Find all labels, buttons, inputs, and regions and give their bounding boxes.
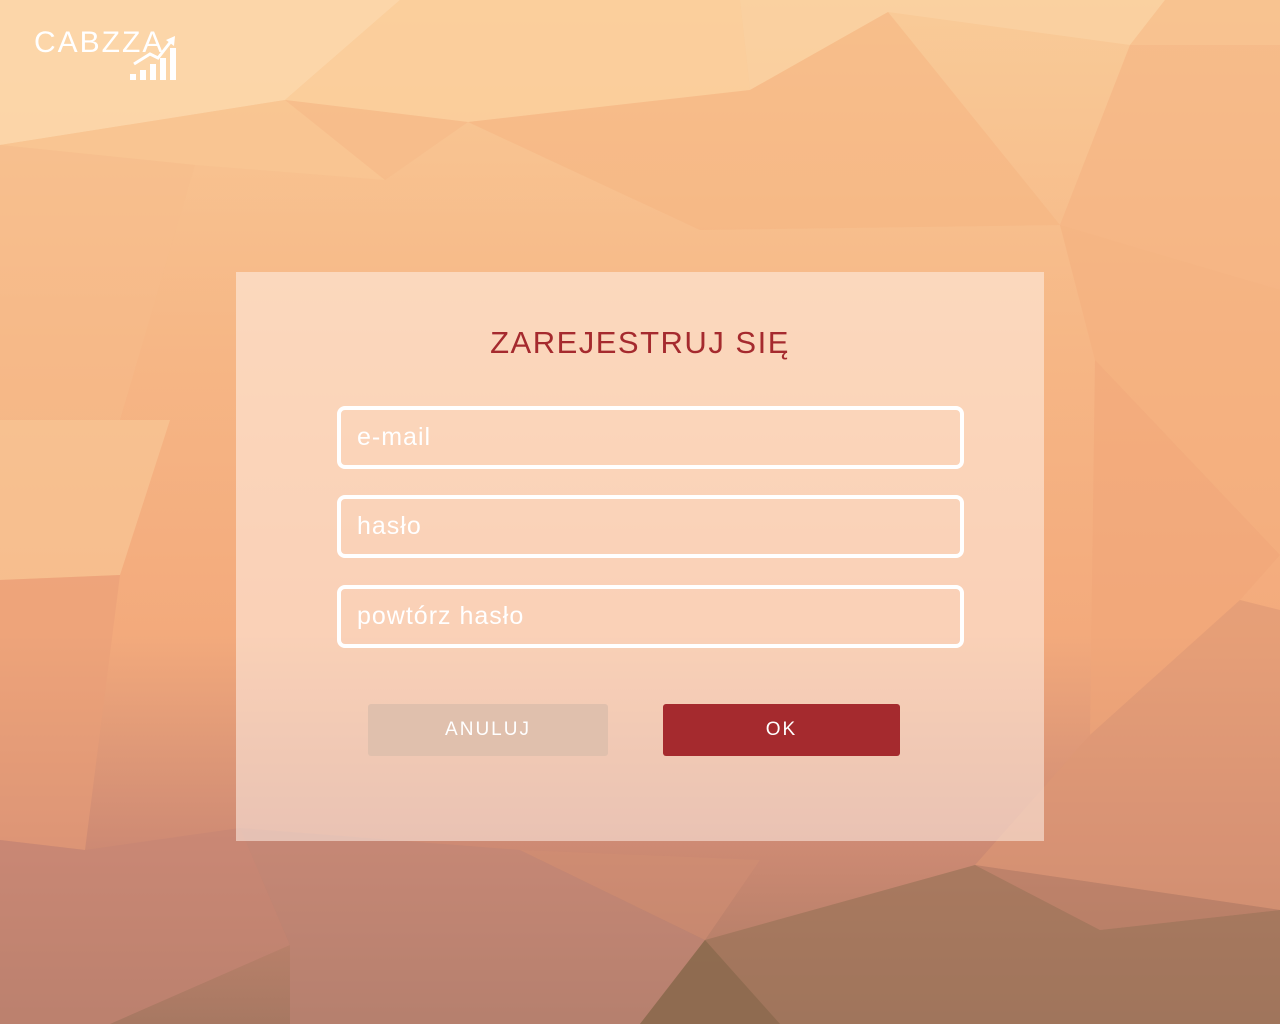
ok-button[interactable]: OK <box>663 704 900 756</box>
register-panel: ZAREJESTRUJ SIĘ ANULUJ OK <box>236 272 1044 841</box>
cancel-button[interactable]: ANULUJ <box>368 704 608 756</box>
register-page: CABZZA ZAREJESTRUJ SIĘ ANULUJ OK <box>0 0 1280 1024</box>
repeat-password-input[interactable] <box>337 585 964 648</box>
email-input[interactable] <box>337 406 964 469</box>
chart-growth-icon <box>130 36 176 80</box>
form-title: ZAREJESTRUJ SIĘ <box>490 325 790 360</box>
password-input[interactable] <box>337 495 964 558</box>
app-logo[interactable]: CABZZA <box>34 26 184 82</box>
